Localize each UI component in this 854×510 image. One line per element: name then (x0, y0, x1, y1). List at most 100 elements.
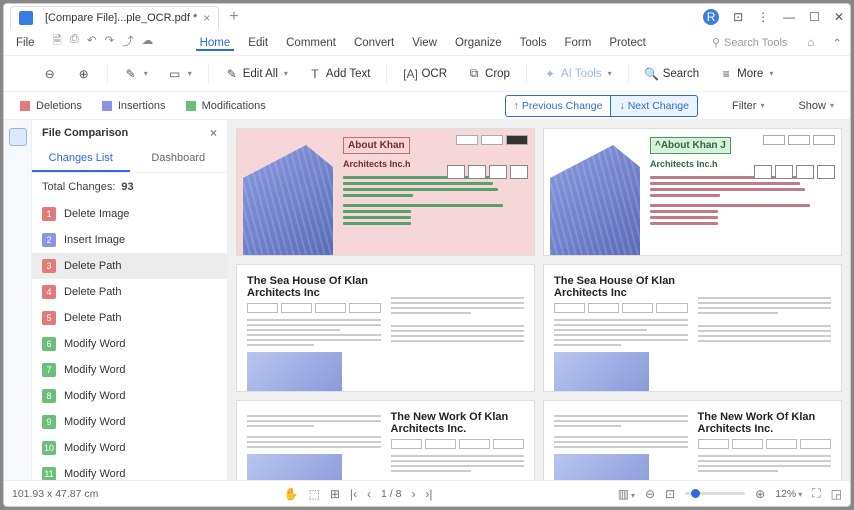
page-right-1[interactable]: ^About Khan J Architects Inc.h (543, 128, 842, 256)
page-left-1[interactable]: About Khan Architects Inc.h (236, 128, 535, 256)
kebab-icon[interactable]: ⋮ (757, 10, 769, 24)
search-tools[interactable]: ⚲ Search Tools (712, 36, 787, 49)
change-item[interactable]: 8Modify Word (32, 383, 227, 409)
highlighter-tool[interactable]: ✎ (120, 65, 152, 83)
zoom-out-icon[interactable]: ⊖ (645, 487, 655, 501)
change-label: Insert Image (64, 234, 125, 246)
change-number: 11 (42, 467, 56, 480)
tab-close-icon[interactable]: × (203, 11, 210, 25)
undo-icon[interactable]: ↶ (87, 33, 97, 52)
redo-icon[interactable]: ↷ (105, 33, 115, 52)
change-item[interactable]: 5Delete Path (32, 305, 227, 331)
menu-protect[interactable]: Protect (605, 35, 649, 51)
add-text-tool[interactable]: TAdd Text (304, 65, 375, 83)
prev-page-icon[interactable]: ‹ (367, 487, 371, 501)
rail-compare-icon[interactable] (9, 128, 27, 146)
fullscreen-icon[interactable]: ⛶ (812, 486, 820, 501)
print-icon[interactable]: ⎙ (70, 33, 79, 52)
status-coords: 101.93 x 47.87 cm (12, 488, 98, 500)
previous-change-button[interactable]: ↑Previous Change (505, 95, 612, 117)
cloud-icon[interactable]: ☁ (142, 33, 154, 52)
first-page-icon[interactable]: |‹ (350, 487, 357, 501)
change-label: Delete Path (64, 260, 121, 272)
menu-edit[interactable]: Edit (244, 35, 272, 51)
page-left-2[interactable]: The Sea House Of Klan Architects Inc (236, 264, 535, 392)
zoom-in-tool[interactable]: ⊕ (73, 65, 95, 83)
left-title: About Khan (343, 137, 410, 154)
document-title: [Compare File]...ple_OCR.pdf * (45, 12, 197, 24)
change-label: Delete Path (64, 312, 121, 324)
menu-comment[interactable]: Comment (282, 35, 340, 51)
change-item[interactable]: 3Delete Path (32, 253, 227, 279)
tab-changes-list[interactable]: Changes List (32, 146, 130, 172)
menu-convert[interactable]: Convert (350, 35, 398, 51)
document-tab[interactable]: [Compare File]...ple_OCR.pdf * × (10, 6, 219, 29)
page-right-2[interactable]: The Sea House Of Klan Architects Inc (543, 264, 842, 392)
close-button[interactable]: ✕ (834, 10, 844, 24)
change-number: 7 (42, 363, 56, 377)
shape-tool[interactable]: ▭ (164, 65, 196, 83)
share-icon[interactable]: ⤴ (122, 33, 134, 52)
zoom-in-icon[interactable]: ⊕ (755, 487, 765, 501)
add-tab-button[interactable]: + (229, 8, 238, 26)
change-item[interactable]: 1 Delete Image (32, 201, 227, 227)
menu-home[interactable]: Home (196, 35, 235, 51)
maximize-button[interactable]: ☐ (809, 10, 820, 24)
search-tool[interactable]: 🔍Search (641, 65, 703, 83)
read-icon[interactable]: ⊞ (330, 487, 340, 501)
menu-form[interactable]: Form (561, 35, 596, 51)
change-item[interactable]: 11 Modify Word (32, 461, 227, 480)
view-mode-icon[interactable]: ▥ (618, 487, 635, 501)
change-label: Modify Word (64, 390, 126, 402)
last-page-icon[interactable]: ›| (425, 487, 432, 501)
filter-dropdown[interactable]: Filter (732, 100, 764, 112)
zoom-out-tool[interactable]: ⊖ (39, 65, 61, 83)
change-item[interactable]: 6 Modify Word (32, 331, 227, 357)
legend-modifications: Modifications (186, 100, 266, 112)
page-left-3[interactable]: The New Work Of Klan Architects Inc. (236, 400, 535, 480)
page-right-3[interactable]: The New Work Of Klan Architects Inc. (543, 400, 842, 480)
arrow-up-icon: ↑ (514, 100, 519, 112)
ocr-tool[interactable]: [A]OCR (399, 65, 451, 83)
menu-tools[interactable]: Tools (516, 35, 551, 51)
page-indicator[interactable]: 1 / 8 (381, 488, 401, 500)
save-icon[interactable]: 🗎 (53, 33, 62, 52)
page-viewer[interactable]: About Khan Architects Inc.h (228, 120, 850, 480)
next-change-button[interactable]: ↓Next Change (611, 95, 698, 117)
change-label: Modify Word (64, 468, 126, 480)
menu-file[interactable]: File (12, 35, 39, 51)
select-icon[interactable]: ⬚ (308, 487, 319, 501)
show-dropdown[interactable]: Show (798, 100, 834, 112)
minimize-button[interactable]: — (783, 10, 795, 24)
change-number: 1 (42, 207, 56, 221)
change-item[interactable]: 9Modify Word (32, 409, 227, 435)
zoom-percent[interactable]: 12% (775, 488, 802, 500)
zoom-slider[interactable] (685, 492, 745, 495)
sidebar-close-icon[interactable]: × (210, 126, 217, 140)
tab-dashboard[interactable]: Dashboard (130, 146, 228, 172)
menu-organize[interactable]: Organize (451, 35, 506, 51)
home-icon[interactable]: ⌂ (807, 37, 814, 49)
edit-all-tool[interactable]: ✎Edit All (221, 65, 292, 83)
user-avatar[interactable]: R (703, 9, 719, 25)
chat-icon[interactable]: ⊡ (733, 10, 743, 24)
menu-view[interactable]: View (408, 35, 441, 51)
crop-tool[interactable]: ⧉Crop (463, 65, 514, 83)
zoom-fit-icon[interactable]: ⊡ (665, 487, 675, 501)
legend-insertions: Insertions (102, 100, 166, 112)
more-tool[interactable]: ≡More (715, 65, 777, 83)
next-page-icon[interactable]: › (411, 487, 415, 501)
change-item[interactable]: 10Modify Word (32, 435, 227, 461)
hand-icon[interactable]: ✋ (284, 487, 299, 501)
change-item[interactable]: 4Delete Path (32, 279, 227, 305)
change-item[interactable]: 2Insert Image (32, 227, 227, 253)
change-number: 4 (42, 285, 56, 299)
change-item[interactable]: 7Modify Word (32, 357, 227, 383)
ai-tools[interactable]: ✦AI Tools (539, 65, 616, 83)
expand-icon[interactable]: ⌃ (832, 36, 842, 50)
change-label: Delete Image (64, 208, 129, 220)
fit-icon[interactable]: ◲ (831, 487, 842, 501)
right-title: ^About Khan J (650, 137, 731, 154)
change-number: 6 (42, 337, 56, 351)
change-label: Modify Word (64, 338, 126, 350)
